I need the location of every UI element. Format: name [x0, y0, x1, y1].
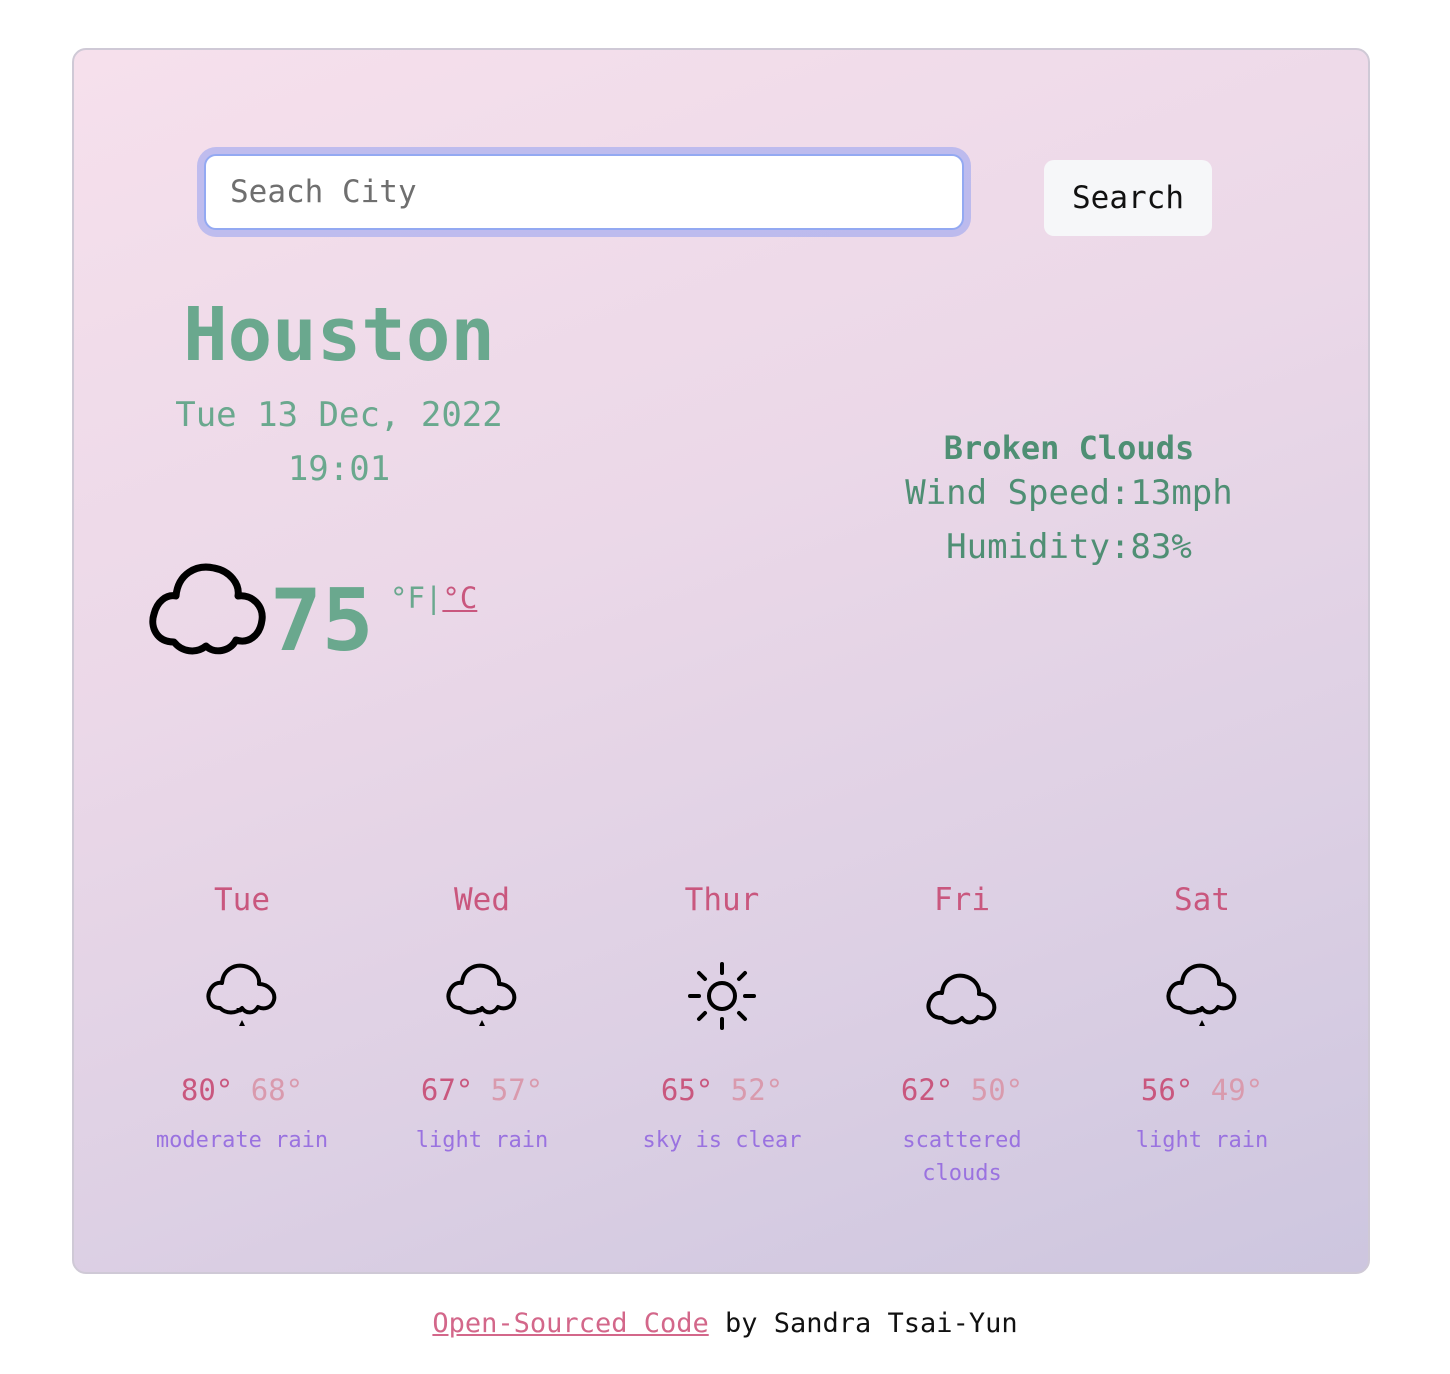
rain-cloud-icon [206, 963, 277, 1026]
forecast-description: moderate rain [155, 1128, 329, 1153]
forecast-min-temp: 52° [730, 1073, 784, 1107]
current-conditions: Broken Clouds Wind Speed:13mph Humidity:… [854, 430, 1284, 574]
open-source-link[interactable]: Open-Sourced Code [432, 1308, 708, 1339]
forecast-day-name: Sat [1174, 882, 1230, 918]
forecast-day: Thur 65° 52° sky is clear [602, 882, 842, 1157]
forecast-day: Wed 67° 57° light rain [362, 882, 602, 1157]
current-date: Tue 13 Dec, 2022 [175, 395, 503, 435]
forecast-max-temp: 80° [180, 1073, 234, 1107]
forecast-max-temp: 67° [420, 1073, 474, 1107]
forecast-day-name: Tue [214, 882, 270, 918]
forecast-min-temp: 68° [250, 1073, 304, 1107]
city-name: Houston [183, 292, 495, 378]
search-button[interactable]: Search [1044, 160, 1212, 236]
forecast-description: sky is clear [642, 1128, 802, 1153]
forecast-day: Tue 80° 68° moderate rain [122, 882, 362, 1157]
footer: Open-Sourced Code by Sandra Tsai-Yun [0, 1308, 1450, 1339]
forecast-description: light rain [1135, 1128, 1269, 1153]
forecast-row: Tue 80° 68° moderate rain Wed 67° 57° li… [122, 882, 1322, 1202]
rain-cloud-icon [1166, 963, 1237, 1026]
wind-speed: Wind Speed:13mph [905, 473, 1233, 513]
current-temperature: 75 [270, 571, 374, 671]
forecast-day-name: Fri [934, 882, 990, 918]
forecast-min-temp: 49° [1210, 1073, 1264, 1107]
forecast-description: light rain [415, 1128, 549, 1153]
forecast-min-temp: 57° [490, 1073, 544, 1107]
forecast-min-temp: 50° [970, 1073, 1024, 1107]
forecast-max-temp: 62° [900, 1073, 954, 1107]
rain-cloud-icon [446, 963, 517, 1026]
forecast-day: Fri 62° 50° scattered clouds [842, 882, 1082, 1190]
search-input[interactable] [204, 154, 964, 230]
unit-celsius-link[interactable]: °C [442, 581, 477, 615]
weather-description: Broken Clouds [943, 429, 1195, 467]
sun-icon [688, 962, 756, 1030]
forecast-day-name: Thur [684, 882, 760, 918]
cloud-icon [926, 973, 997, 1025]
unit-toggle: °F|°C [390, 584, 477, 613]
forecast-max-temp: 65° [660, 1073, 714, 1107]
unit-separator: | [424, 581, 443, 615]
weather-card: Search Houston Tue 13 Dec, 2022 19:01 75… [72, 48, 1370, 1274]
unit-fahrenheit: °F [390, 581, 425, 615]
humidity: Humidity:83% [946, 527, 1192, 567]
author-credit: by Sandra Tsai-Yun [708, 1308, 1018, 1339]
current-time: 19:01 [287, 449, 391, 489]
cloud-icon [149, 563, 266, 655]
forecast-day: Sat 56° 49° light rain [1082, 882, 1322, 1157]
forecast-max-temp: 56° [1140, 1073, 1194, 1107]
forecast-day-name: Wed [454, 882, 510, 918]
forecast-description: scattered clouds [902, 1128, 1022, 1186]
